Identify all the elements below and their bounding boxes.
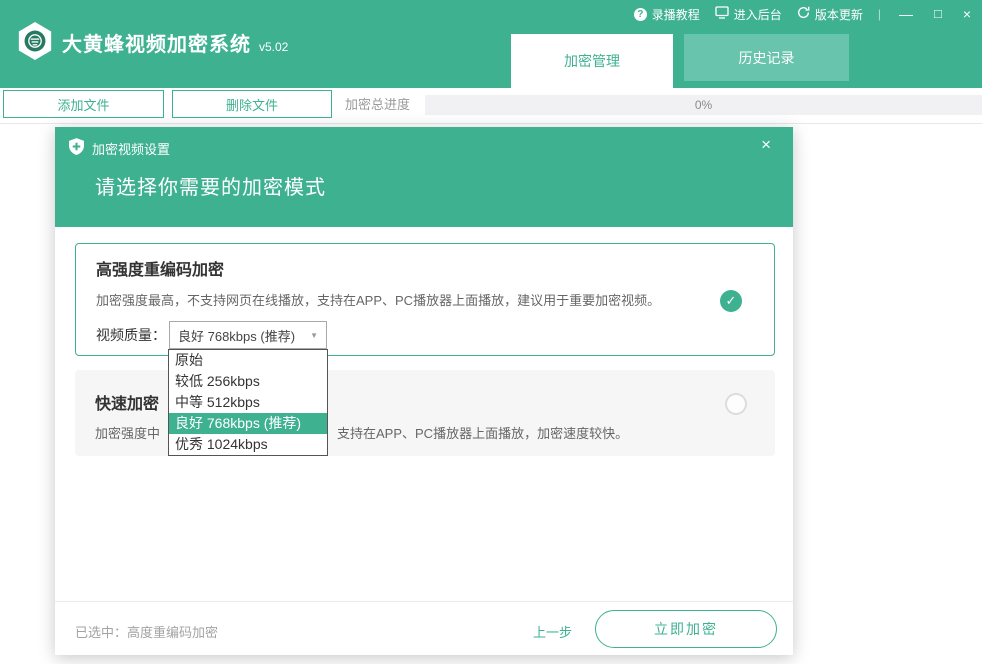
video-quality-dropdown-list: 原始 较低 256kbps 中等 512kbps 良好 768kbps (推荐)… — [168, 349, 328, 456]
dialog-title: 加密视频设置 — [92, 139, 170, 158]
app-logo-icon — [16, 21, 54, 61]
tutorial-label: 录播教程 — [652, 6, 700, 23]
video-quality-select[interactable]: 良好 768kbps (推荐) ▼ — [169, 321, 327, 349]
encrypt-now-button[interactable]: 立即加密 — [595, 610, 777, 648]
window-controls-separator: | — [878, 7, 881, 21]
dropdown-option-good-selected[interactable]: 良好 768kbps (推荐) — [169, 413, 327, 434]
app-title-text: 大黄蜂视频加密系统 — [62, 34, 251, 56]
back-step-link[interactable]: 上一步 — [533, 622, 572, 641]
app-window: 大黄蜂视频加密系统 v5.02 ? 录播教程 进入后台 版本更新 | — □ — [0, 0, 982, 664]
shield-plus-icon — [69, 138, 84, 158]
total-progress-bar: 0% — [425, 95, 982, 115]
app-title: 大黄蜂视频加密系统 v5.02 — [62, 28, 288, 57]
minimize-button[interactable]: — — [896, 4, 916, 24]
footer-divider — [55, 601, 793, 602]
chevron-down-icon: ▼ — [310, 331, 318, 340]
tab-encrypt-management[interactable]: 加密管理 — [511, 34, 673, 88]
dropdown-option-medium[interactable]: 中等 512kbps — [169, 392, 327, 413]
fast-encrypt-desc-left: 加密强度中 — [95, 423, 160, 442]
dropdown-option-excellent[interactable]: 优秀 1024kbps — [169, 434, 327, 455]
strong-encrypt-selected-check-icon[interactable]: ✓ — [720, 290, 742, 312]
video-quality-label: 视频质量： — [96, 321, 166, 349]
strong-encrypt-title: 高强度重编码加密 — [96, 256, 224, 280]
update-link[interactable]: 版本更新 — [797, 6, 863, 23]
update-label: 版本更新 — [815, 6, 863, 23]
selected-mode-status: 已选中：高度重编码加密 — [75, 622, 218, 641]
titlebar: 大黄蜂视频加密系统 v5.02 ? 录播教程 进入后台 版本更新 | — □ — [0, 0, 982, 88]
backend-label: 进入后台 — [734, 6, 782, 23]
delete-file-button[interactable]: 删除文件 — [172, 90, 332, 118]
titlebar-links: ? 录播教程 进入后台 版本更新 | — □ × — [634, 4, 974, 24]
progress-value: 0% — [695, 98, 712, 112]
option-card-strong-encrypt[interactable]: 高强度重编码加密 加密强度最高，不支持网页在线播放，支持在APP、PC播放器上面… — [75, 243, 775, 356]
maximize-button[interactable]: □ — [931, 4, 945, 24]
backend-link[interactable]: 进入后台 — [715, 6, 782, 23]
tab-history[interactable]: 历史记录 — [684, 34, 849, 81]
app-version: v5.02 — [259, 40, 288, 54]
dialog-header-row: 加密视频设置 — [69, 138, 170, 158]
video-quality-value: 良好 768kbps (推荐) — [178, 326, 295, 345]
monitor-icon — [715, 6, 729, 22]
help-icon: ? — [634, 8, 647, 21]
check-glyph: ✓ — [726, 293, 737, 309]
fast-encrypt-desc-right: 支持在APP、PC播放器上面播放，加密速度较快。 — [337, 423, 628, 442]
dropdown-option-original[interactable]: 原始 — [169, 350, 327, 371]
dialog-close-icon[interactable]: × — [761, 135, 771, 155]
tutorial-link[interactable]: ? 录播教程 — [634, 6, 700, 23]
dropdown-option-low[interactable]: 较低 256kbps — [169, 371, 327, 392]
fast-encrypt-radio[interactable] — [725, 393, 747, 415]
progress-label: 加密总进度 — [345, 88, 410, 121]
encrypt-settings-dialog: 加密视频设置 × 请选择你需要的加密模式 高强度重编码加密 加密强度最高，不支持… — [55, 127, 793, 655]
close-button[interactable]: × — [960, 4, 974, 24]
add-file-button[interactable]: 添加文件 — [3, 90, 164, 118]
strong-encrypt-desc: 加密强度最高，不支持网页在线播放，支持在APP、PC播放器上面播放，建议用于重要… — [96, 290, 660, 309]
mode-select-heading: 请选择你需要的加密模式 — [95, 171, 326, 200]
fast-encrypt-title: 快速加密 — [95, 390, 159, 414]
toolbar: 添加文件 删除文件 加密总进度 0% — [0, 88, 982, 124]
refresh-icon — [797, 6, 810, 22]
dialog-header: 加密视频设置 × 请选择你需要的加密模式 — [55, 127, 793, 227]
